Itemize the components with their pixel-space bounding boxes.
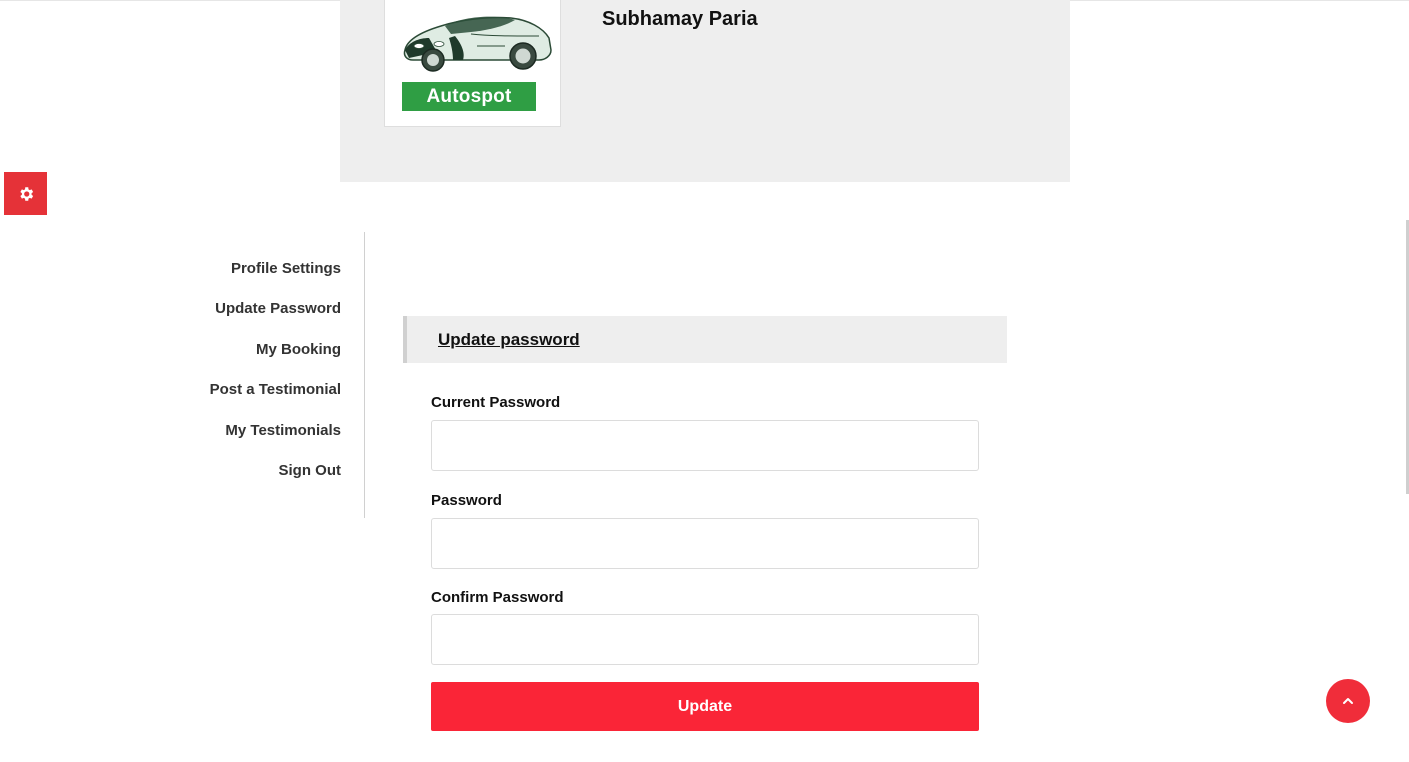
user-name: Subhamay Paria xyxy=(602,8,758,30)
chevron-up-icon xyxy=(1343,698,1353,704)
profile-banner: Autospot Subhamay Paria xyxy=(340,0,1070,182)
sidebar-item-my-booking[interactable]: My Booking xyxy=(256,341,341,358)
update-button[interactable]: Update xyxy=(431,682,979,731)
settings-toggle-button[interactable] xyxy=(4,172,47,215)
sidebar-item-profile-settings[interactable]: Profile Settings xyxy=(231,260,341,277)
confirm-password-label: Confirm Password xyxy=(431,589,564,606)
car-logo-icon xyxy=(403,16,552,72)
back-to-top-button[interactable] xyxy=(1326,679,1370,723)
password-input[interactable] xyxy=(431,518,979,569)
section-title: Update password xyxy=(438,330,580,349)
brand-badge: Autospot xyxy=(402,82,536,111)
account-sidebar: Profile Settings Update Password My Book… xyxy=(150,232,365,518)
current-password-label: Current Password xyxy=(431,394,561,411)
password-label: Password xyxy=(431,492,502,509)
section-header: Update password xyxy=(403,316,1007,363)
gear-icon xyxy=(19,186,33,201)
sidebar-item-post-testimonial[interactable]: Post a Testimonial xyxy=(210,381,341,398)
current-password-input[interactable] xyxy=(431,420,979,471)
sidebar-item-update-password[interactable]: Update Password xyxy=(215,300,341,317)
sidebar-item-sign-out[interactable]: Sign Out xyxy=(279,462,342,479)
sidebar-item-my-testimonials[interactable]: My Testimonials xyxy=(225,422,341,439)
confirm-password-input[interactable] xyxy=(431,614,979,665)
profile-logo: Autospot xyxy=(384,0,561,127)
